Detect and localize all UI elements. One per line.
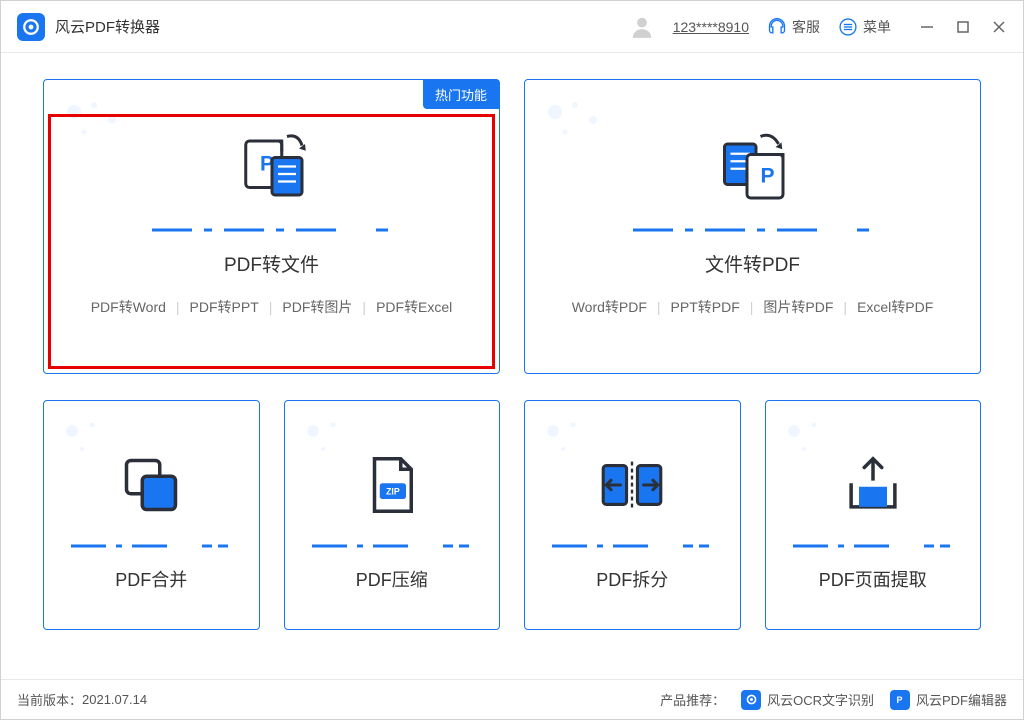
sub-options: Word转PDF| PPT转PDF| 图片转PDF| Excel转PDF [572, 297, 934, 317]
compress-icon: ZIP [357, 437, 427, 532]
support-label: 客服 [792, 17, 820, 37]
underline-decor [633, 228, 873, 232]
svg-text:P: P [760, 164, 774, 187]
hot-badge: 热门功能 [423, 80, 499, 109]
footer: 当前版本： 2021.07.14 产品推荐： 风云OCR文字识别 P 风云PDF… [1, 679, 1023, 719]
version-label: 当前版本： [17, 690, 82, 709]
opt[interactable]: Excel转PDF [857, 297, 933, 317]
ocr-badge-icon [741, 690, 761, 710]
opt[interactable]: PPT转PDF [671, 297, 740, 317]
headset-icon [767, 17, 787, 37]
card-pdf-extract[interactable]: PDF页面提取 [765, 400, 982, 630]
split-icon [597, 437, 667, 532]
menu-icon [838, 17, 858, 37]
app-window: 风云PDF转换器 123****8910 客服 菜单 热门功能 [0, 0, 1024, 720]
svg-text:ZIP: ZIP [386, 486, 400, 496]
pdf-to-file-icon: P [227, 110, 317, 220]
card-title: PDF页面提取 [819, 566, 927, 592]
menu-label: 菜单 [863, 17, 891, 37]
extract-icon [838, 437, 908, 532]
card-pdf-split[interactable]: PDF拆分 [524, 400, 741, 630]
decor-dots-icon [786, 421, 846, 471]
underline-decor [793, 544, 953, 548]
card-pdf-to-file[interactable]: 热门功能 P PDF转文件 PDF转Word| PDF转PPT| PDF转图片|… [43, 79, 500, 374]
user-id-link[interactable]: 123****8910 [673, 19, 749, 35]
content-area: 热门功能 P PDF转文件 PDF转Word| PDF转PPT| PDF转图片|… [1, 53, 1023, 679]
underline-decor [152, 228, 392, 232]
opt[interactable]: 图片转PDF [763, 297, 833, 317]
app-logo-icon [17, 13, 45, 41]
ocr-label: 风云OCR文字识别 [767, 690, 874, 709]
opt[interactable]: PDF转Word [91, 297, 166, 317]
menu-button[interactable]: 菜单 [838, 17, 891, 37]
footer-right: 产品推荐： 风云OCR文字识别 P 风云PDF编辑器 [660, 690, 1007, 710]
app-title: 风云PDF转换器 [55, 16, 160, 37]
card-title: PDF转文件 [224, 250, 319, 277]
merge-icon [116, 437, 186, 532]
decor-dots-icon [305, 421, 365, 471]
window-controls [919, 19, 1007, 35]
recommend-label: 产品推荐： [660, 690, 725, 709]
minimize-button[interactable] [919, 19, 935, 35]
card-title: PDF拆分 [596, 566, 668, 592]
recommend-editor[interactable]: P 风云PDF编辑器 [890, 690, 1007, 710]
close-button[interactable] [991, 19, 1007, 35]
card-title: PDF压缩 [356, 566, 428, 592]
opt[interactable]: PDF转Excel [376, 297, 452, 317]
opt[interactable]: PDF转PPT [190, 297, 259, 317]
opt[interactable]: PDF转图片 [282, 297, 352, 317]
support-button[interactable]: 客服 [767, 17, 820, 37]
titlebar: 风云PDF转换器 123****8910 客服 菜单 [1, 1, 1023, 53]
card-file-to-pdf[interactable]: P 文件转PDF Word转PDF| PPT转PDF| 图片转PDF| Exce… [524, 79, 981, 374]
recommend-ocr[interactable]: 风云OCR文字识别 [741, 690, 874, 710]
maximize-button[interactable] [955, 19, 971, 35]
sub-options: PDF转Word| PDF转PPT| PDF转图片| PDF转Excel [91, 297, 453, 317]
svg-text:P: P [897, 695, 903, 705]
editor-label: 风云PDF编辑器 [916, 690, 1007, 709]
avatar-icon [629, 14, 655, 40]
underline-decor [71, 544, 231, 548]
card-title: PDF合并 [115, 566, 187, 592]
decor-dots-icon [64, 421, 124, 471]
file-to-pdf-icon: P [708, 110, 798, 220]
card-pdf-merge[interactable]: PDF合并 [43, 400, 260, 630]
top-row: 热门功能 P PDF转文件 PDF转Word| PDF转PPT| PDF转图片|… [43, 79, 981, 374]
underline-decor [312, 544, 472, 548]
titlebar-right: 123****8910 客服 菜单 [629, 14, 1007, 40]
card-pdf-compress[interactable]: ZIP PDF压缩 [284, 400, 501, 630]
decor-dots-icon [64, 100, 124, 150]
card-title: 文件转PDF [705, 250, 800, 277]
editor-badge-icon: P [890, 690, 910, 710]
opt[interactable]: Word转PDF [572, 297, 647, 317]
version-value: 2021.07.14 [82, 692, 147, 707]
underline-decor [552, 544, 712, 548]
bottom-row: PDF合并 ZIP PDF压缩 PDF拆分 [43, 400, 981, 630]
decor-dots-icon [545, 100, 605, 150]
decor-dots-icon [545, 421, 605, 471]
